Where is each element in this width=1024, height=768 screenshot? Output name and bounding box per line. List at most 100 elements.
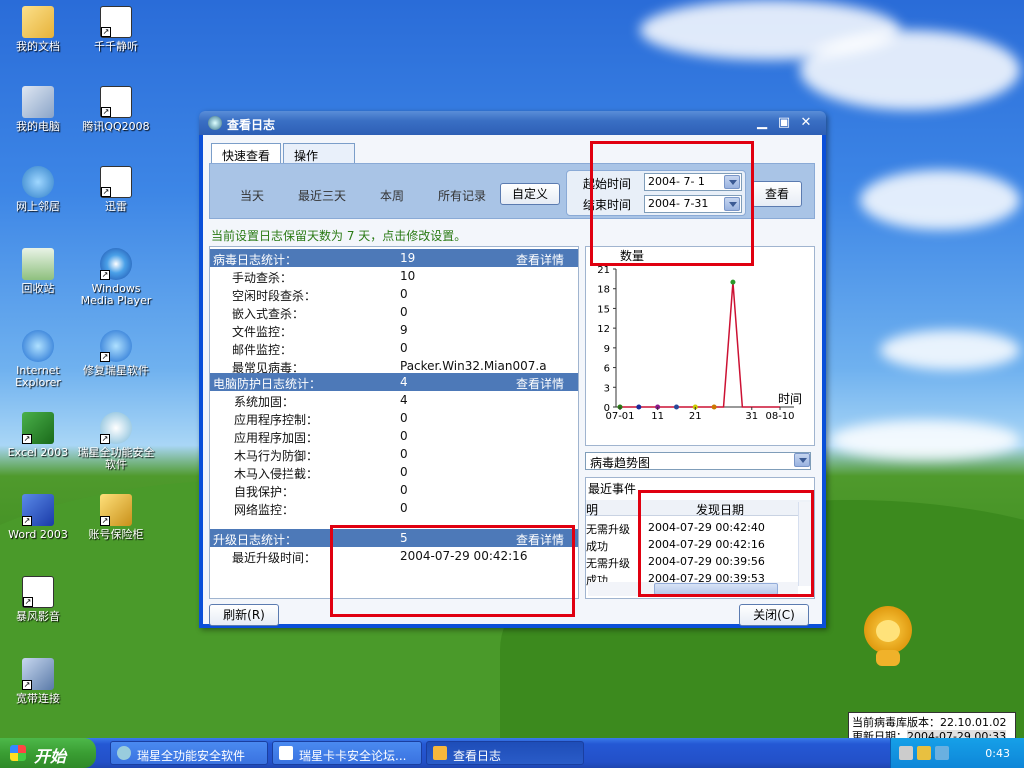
windows-flag-icon (10, 745, 26, 761)
stat-value: Packer.Win32.Mian007.a (400, 359, 547, 373)
taskbar-item-view-log[interactable]: 查看日志 (426, 741, 584, 765)
stat-value: 0 (400, 465, 408, 479)
desktop-icon-rising[interactable]: ↗ 瑞星全功能安全软件 (76, 412, 156, 471)
close-window-button[interactable]: ✕ (798, 116, 814, 131)
filter-today[interactable]: 当天 (240, 187, 264, 204)
start-label: 开始 (34, 747, 67, 766)
clock[interactable]: 0:43 (985, 747, 1010, 760)
desktop-icon-ttplayer[interactable]: ↗ 千千静听 (76, 6, 156, 53)
tray-icon[interactable] (899, 746, 913, 760)
trend-chart-svg: 数量03691215182107-01 11 21 31 08-10时间 (597, 248, 802, 422)
chart-point (673, 404, 679, 410)
recycle-bin-icon (22, 248, 54, 280)
desktop-icon-word[interactable]: ↗ Word 2003 (0, 494, 78, 541)
filter-this-week[interactable]: 本周 (380, 187, 404, 204)
desktop-icon-label: Word 2003 (8, 528, 68, 541)
stat-value: 0 (400, 429, 408, 443)
event-status: 无需升级 (586, 523, 630, 536)
protection-log-label: 电脑防护日志统计： (213, 377, 322, 391)
stat-row: 文件监控： 9 (210, 321, 578, 339)
stat-label: 自我保护： (234, 485, 295, 499)
chevron-down-icon[interactable] (794, 453, 810, 467)
desktop-icon-ie[interactable]: Internet Explorer (0, 330, 78, 389)
desktop-icon-label: 账号保险柜 (88, 528, 144, 541)
stat-row: 邮件监控： 0 (210, 339, 578, 357)
protection-log-detail-link[interactable]: 查看详情 (516, 375, 564, 392)
chart-y-tick-label: 12 (597, 324, 610, 335)
taskbar-item-label: 查看日志 (453, 749, 502, 763)
taskbar-item-rising[interactable]: 瑞星全功能安全软件 (110, 741, 268, 765)
tab-quick-view[interactable]: 快速查看 (211, 143, 281, 164)
virus-log-detail-link[interactable]: 查看详情 (516, 251, 564, 268)
stat-label: 系统加固： (234, 395, 295, 409)
stat-label: 手动查杀： (232, 271, 293, 285)
chart-y-tick-label: 18 (597, 285, 610, 296)
desktop-icon-label: Excel 2003 (7, 446, 69, 459)
stat-label: 网络监控： (234, 503, 295, 517)
event-status: 成功 (586, 540, 608, 553)
custom-button[interactable]: 自定义 (500, 183, 560, 205)
desktop-icon-label: Windows Media Player (80, 282, 152, 307)
chart-type-select[interactable]: 病毒趋势图 (585, 452, 811, 470)
taskbar-item-label: 瑞星全功能安全软件 (137, 749, 246, 763)
desktop-icon-my-documents[interactable]: 我的文档 (0, 6, 78, 53)
stat-value: 4 (400, 393, 408, 407)
desktop-icon-broadband[interactable]: ↗ 宽带连接 (0, 658, 78, 705)
thunder-icon: ↗ (100, 166, 132, 198)
tab-operation[interactable]: 操作 (283, 143, 355, 164)
stat-value: 0 (400, 341, 408, 355)
desktop-icon-thunder[interactable]: ↗ 迅雷 (76, 166, 156, 213)
tray-icon[interactable] (917, 746, 931, 760)
stat-value: 0 (400, 447, 408, 461)
desktop-icon-label: 腾讯QQ2008 (82, 120, 150, 133)
chart-x-tick-label: 11 (651, 411, 664, 422)
desktop-icon-label: 回收站 (21, 282, 55, 295)
desktop-icon-media-player[interactable]: ↗ Windows Media Player (76, 248, 156, 307)
tray-icon[interactable] (935, 746, 949, 760)
desktop-icon-qq[interactable]: ↗ 腾讯QQ2008 (76, 86, 156, 133)
filter-last-three-days[interactable]: 最近三天 (298, 187, 346, 204)
chart-series-line (620, 282, 780, 408)
protection-log-header: 电脑防护日志统计： 4 查看详情 (210, 373, 578, 391)
maximize-button[interactable]: ▣ (776, 116, 792, 131)
chart-type-dropdown[interactable] (792, 453, 810, 469)
stat-value: 10 (400, 269, 416, 283)
my-documents-icon (22, 6, 54, 38)
event-status: 无需升级 (586, 557, 630, 570)
view-button[interactable]: 查看 (752, 181, 802, 207)
desktop-icon-my-computer[interactable]: 我的电脑 (0, 86, 78, 133)
stat-value: 0 (400, 501, 408, 515)
retention-notice-link[interactable]: 当前设置日志保留天数为 7 天，点击修改设置。 (211, 227, 466, 244)
desktop-icon-label: 暴风影音 (16, 610, 60, 623)
desktop-icon-vault[interactable]: ↗ 账号保险柜 (76, 494, 156, 541)
stat-row: 网络监控： 0 (210, 499, 578, 517)
desktop-icon-label: Internet Explorer (15, 364, 61, 389)
refresh-button[interactable]: 刷新(R) (209, 604, 279, 626)
window-titlebar[interactable]: 查看日志 ▁ ▣ ✕ (199, 111, 826, 135)
chart-x-tick-label: 08-10 (765, 411, 794, 422)
close-button[interactable]: 关闭(C) (739, 604, 809, 626)
stat-row: 应用程序控制： 0 (210, 409, 578, 427)
stat-row: 手动查杀： 10 (210, 267, 578, 285)
taskbar-item-forum[interactable]: 瑞星卡卡安全论坛... (272, 741, 422, 765)
desktop-icon-recycle-bin[interactable]: 回收站 (0, 248, 78, 295)
storm-icon: ↗ (22, 576, 54, 608)
stat-row: 空闲时段查杀： 0 (210, 285, 578, 303)
desktop-icon-storm[interactable]: ↗ 暴风影音 (0, 576, 78, 623)
stat-label: 应用程序控制： (234, 413, 319, 427)
start-button[interactable]: 开始 (0, 738, 96, 768)
stat-row: 嵌入式查杀： 0 (210, 303, 578, 321)
stat-label: 文件监控： (232, 325, 293, 339)
rising-lion-mascot-icon[interactable] (862, 606, 914, 668)
events-col-status[interactable]: 明 (586, 501, 598, 518)
broadband-icon: ↗ (22, 658, 54, 690)
desktop-icon-network[interactable]: 网上邻居 (0, 166, 78, 213)
desktop-icon-repair[interactable]: ↗ 修复瑞星软件 (76, 330, 156, 377)
desktop-icon-excel[interactable]: ↗ Excel 2003 (0, 412, 78, 459)
minimize-button[interactable]: ▁ (754, 116, 770, 131)
protection-log-value: 4 (400, 375, 408, 389)
filter-all-records[interactable]: 所有记录 (438, 187, 486, 204)
folder-icon (433, 746, 447, 760)
chart-y-tick-label: 3 (604, 383, 610, 394)
stat-value: 0 (400, 411, 408, 425)
